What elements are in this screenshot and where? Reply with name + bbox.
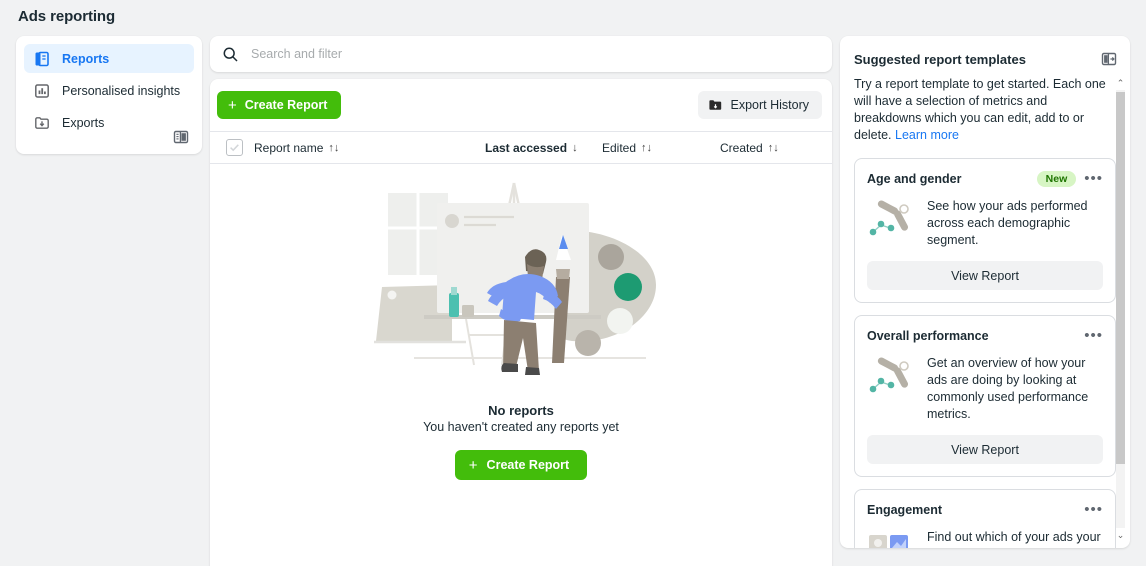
scroll-down-arrow[interactable]: ⌄ [1115, 528, 1126, 542]
sidebar-item-label: Exports [62, 115, 105, 130]
template-card-body: Get an overview of how your ads are doin… [867, 355, 1103, 423]
empty-state-title: No reports [488, 403, 554, 418]
empty-state-subtitle: You haven't created any reports yet [423, 420, 619, 434]
suggested-templates-body: Try a report template to get started. Ea… [840, 76, 1130, 548]
template-card-body: Find out which of your ads your audience… [867, 529, 1103, 548]
column-label: Edited [602, 140, 637, 155]
table-toolbar: + Create Report Export History [210, 79, 832, 131]
empty-state-create-report-button[interactable]: + Create Report [454, 450, 588, 480]
checkmark-icon [230, 144, 239, 152]
sort-icon: ↑↓ [641, 141, 653, 154]
sidebar-item-label: Reports [62, 51, 110, 66]
scatter-connected-dots-icon [867, 200, 919, 247]
sort-icon: ↑↓ [767, 141, 779, 154]
learn-more-link[interactable]: Learn more [895, 128, 959, 142]
create-report-label: Create Report [486, 458, 570, 472]
sidebar-collapse-button[interactable] [170, 126, 192, 148]
export-history-icon [708, 98, 723, 113]
search-input[interactable] [251, 47, 820, 61]
template-card-body: See how your ads performed across each d… [867, 198, 1103, 249]
search-bar[interactable] [210, 36, 832, 72]
template-description: Get an overview of how your ads are doin… [927, 356, 1089, 421]
template-card-age-and-gender: Age and gender New ••• See how your ads … [854, 158, 1116, 303]
template-description: See how your ads performed across each d… [927, 199, 1088, 247]
template-card-header: Overall performance ••• [867, 327, 1103, 345]
column-header-edited[interactable]: Edited ↑↓ [602, 141, 652, 155]
create-report-button[interactable]: + Create Report [217, 91, 342, 119]
panel-collapse-icon [1101, 52, 1117, 66]
scrollbar-thumb[interactable] [1116, 92, 1125, 464]
suggested-templates-title: Suggested report templates [854, 51, 1026, 67]
column-label: Created [720, 140, 763, 155]
suggested-templates-header: Suggested report templates [840, 36, 1130, 76]
scatter-connected-dots-icon [867, 357, 919, 404]
sidebar-item-exports[interactable]: Exports [24, 108, 194, 137]
more-options-icon[interactable]: ••• [1084, 171, 1103, 186]
empty-state: No reports You haven't created any repor… [210, 165, 832, 480]
more-options-icon[interactable]: ••• [1084, 328, 1103, 343]
template-name: Engagement [867, 503, 943, 517]
template-card-header: Engagement ••• [867, 501, 1103, 519]
view-report-button[interactable]: View Report [867, 261, 1103, 290]
template-card-header: Age and gender New ••• [867, 170, 1103, 188]
right-panel-collapse-button[interactable] [1100, 50, 1118, 68]
reports-table-card: + Create Report Export History Report na… [210, 79, 832, 566]
suggested-templates-panel: Suggested report templates Try a report … [840, 36, 1130, 548]
export-history-button[interactable]: Export History [697, 91, 822, 119]
bar-chart-icon [32, 81, 52, 101]
sort-icon: ↑↓ [328, 141, 340, 154]
column-header-report-name[interactable]: Report name ↑↓ [254, 141, 339, 155]
column-header-last-accessed[interactable]: Last accessed ↓ [485, 141, 578, 155]
sort-icon: ↓ [572, 141, 578, 154]
media-grid-icon [867, 531, 919, 548]
artist-easel-palette-illustration [356, 165, 686, 395]
create-report-label: Create Report [244, 98, 328, 112]
plus-icon: + [228, 96, 237, 114]
template-name: Age and gender [867, 172, 962, 186]
export-history-label: Export History [730, 98, 810, 112]
template-description: Find out which of your ads your audience… [927, 530, 1101, 548]
view-report-button[interactable]: View Report [867, 435, 1103, 464]
reports-icon [32, 49, 52, 69]
column-label: Report name [254, 140, 324, 155]
download-folder-icon [32, 113, 52, 133]
intro-text: Try a report template to get started. Ea… [854, 77, 1106, 142]
column-header-created[interactable]: Created ↑↓ [720, 141, 779, 155]
template-card-overall-performance: Overall performance ••• Get an overview … [854, 315, 1116, 477]
sidebar-item-personalised-insights[interactable]: Personalised insights [24, 76, 194, 105]
main-content-column: + Create Report Export History [210, 36, 832, 566]
template-card-engagement: Engagement ••• Find out which of your ad… [854, 489, 1116, 548]
more-options-icon[interactable]: ••• [1084, 502, 1103, 517]
left-sidebar: Reports Personalised insights Exports [16, 36, 202, 154]
suggested-templates-intro: Try a report template to get started. Ea… [854, 76, 1116, 144]
status-badge: New [1036, 171, 1077, 187]
sidebar-item-reports[interactable]: Reports [24, 44, 194, 73]
right-panel-scrollbar[interactable]: ⌃ ⌄ [1115, 76, 1126, 542]
select-all-checkbox[interactable] [226, 139, 243, 156]
plus-icon: + [468, 456, 478, 474]
panel-collapse-icon [173, 130, 189, 144]
sidebar-item-label: Personalised insights [62, 83, 181, 98]
page-title: Ads reporting [18, 8, 116, 25]
table-header-row: Report name ↑↓ Last accessed ↓ Edited ↑↓… [210, 131, 832, 164]
column-label: Last accessed [485, 140, 568, 155]
search-icon [222, 46, 239, 63]
scroll-up-arrow[interactable]: ⌃ [1115, 76, 1126, 90]
template-name: Overall performance [867, 329, 989, 343]
